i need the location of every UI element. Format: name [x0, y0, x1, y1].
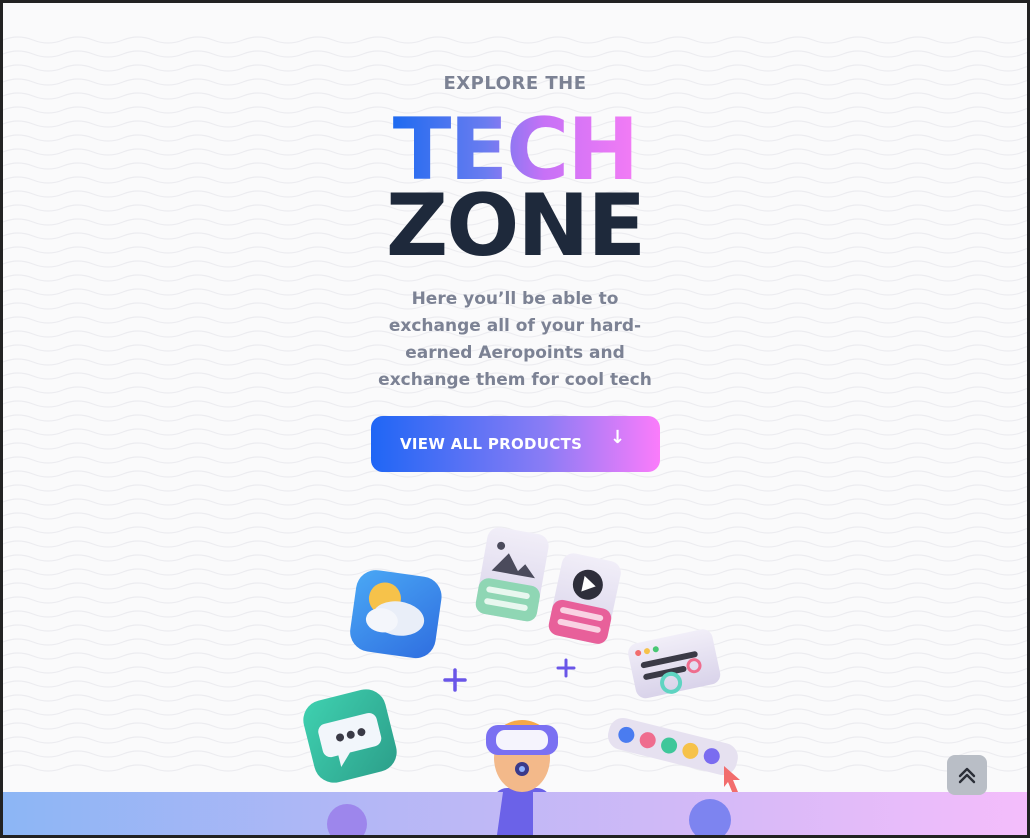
double-chevron-up-icon	[958, 767, 976, 784]
video-card-icon	[548, 553, 621, 644]
ui-window-icon	[628, 629, 721, 699]
hero-eyebrow: EXPLORE THE	[443, 73, 587, 94]
chat-app-icon	[303, 689, 397, 783]
color-palette-icon	[608, 717, 738, 776]
page-frame: EXPLORE THE TECH ZONE Here you’ll be abl…	[3, 3, 1027, 835]
weather-app-icon	[350, 570, 442, 659]
arrow-down-icon: ↓	[610, 427, 626, 448]
view-all-products-button[interactable]: VIEW ALL PRODUCTS ↓	[371, 416, 660, 472]
hero-title-zone: ZONE	[385, 176, 646, 276]
tech-illustration	[303, 527, 740, 835]
view-all-products-label: VIEW ALL PRODUCTS	[400, 435, 583, 453]
band-decorations	[327, 792, 731, 835]
image-card-icon	[475, 527, 549, 622]
hero-description: Here you’ll be able to exchange all of y…	[378, 289, 652, 390]
scroll-to-top-button[interactable]	[947, 755, 987, 795]
